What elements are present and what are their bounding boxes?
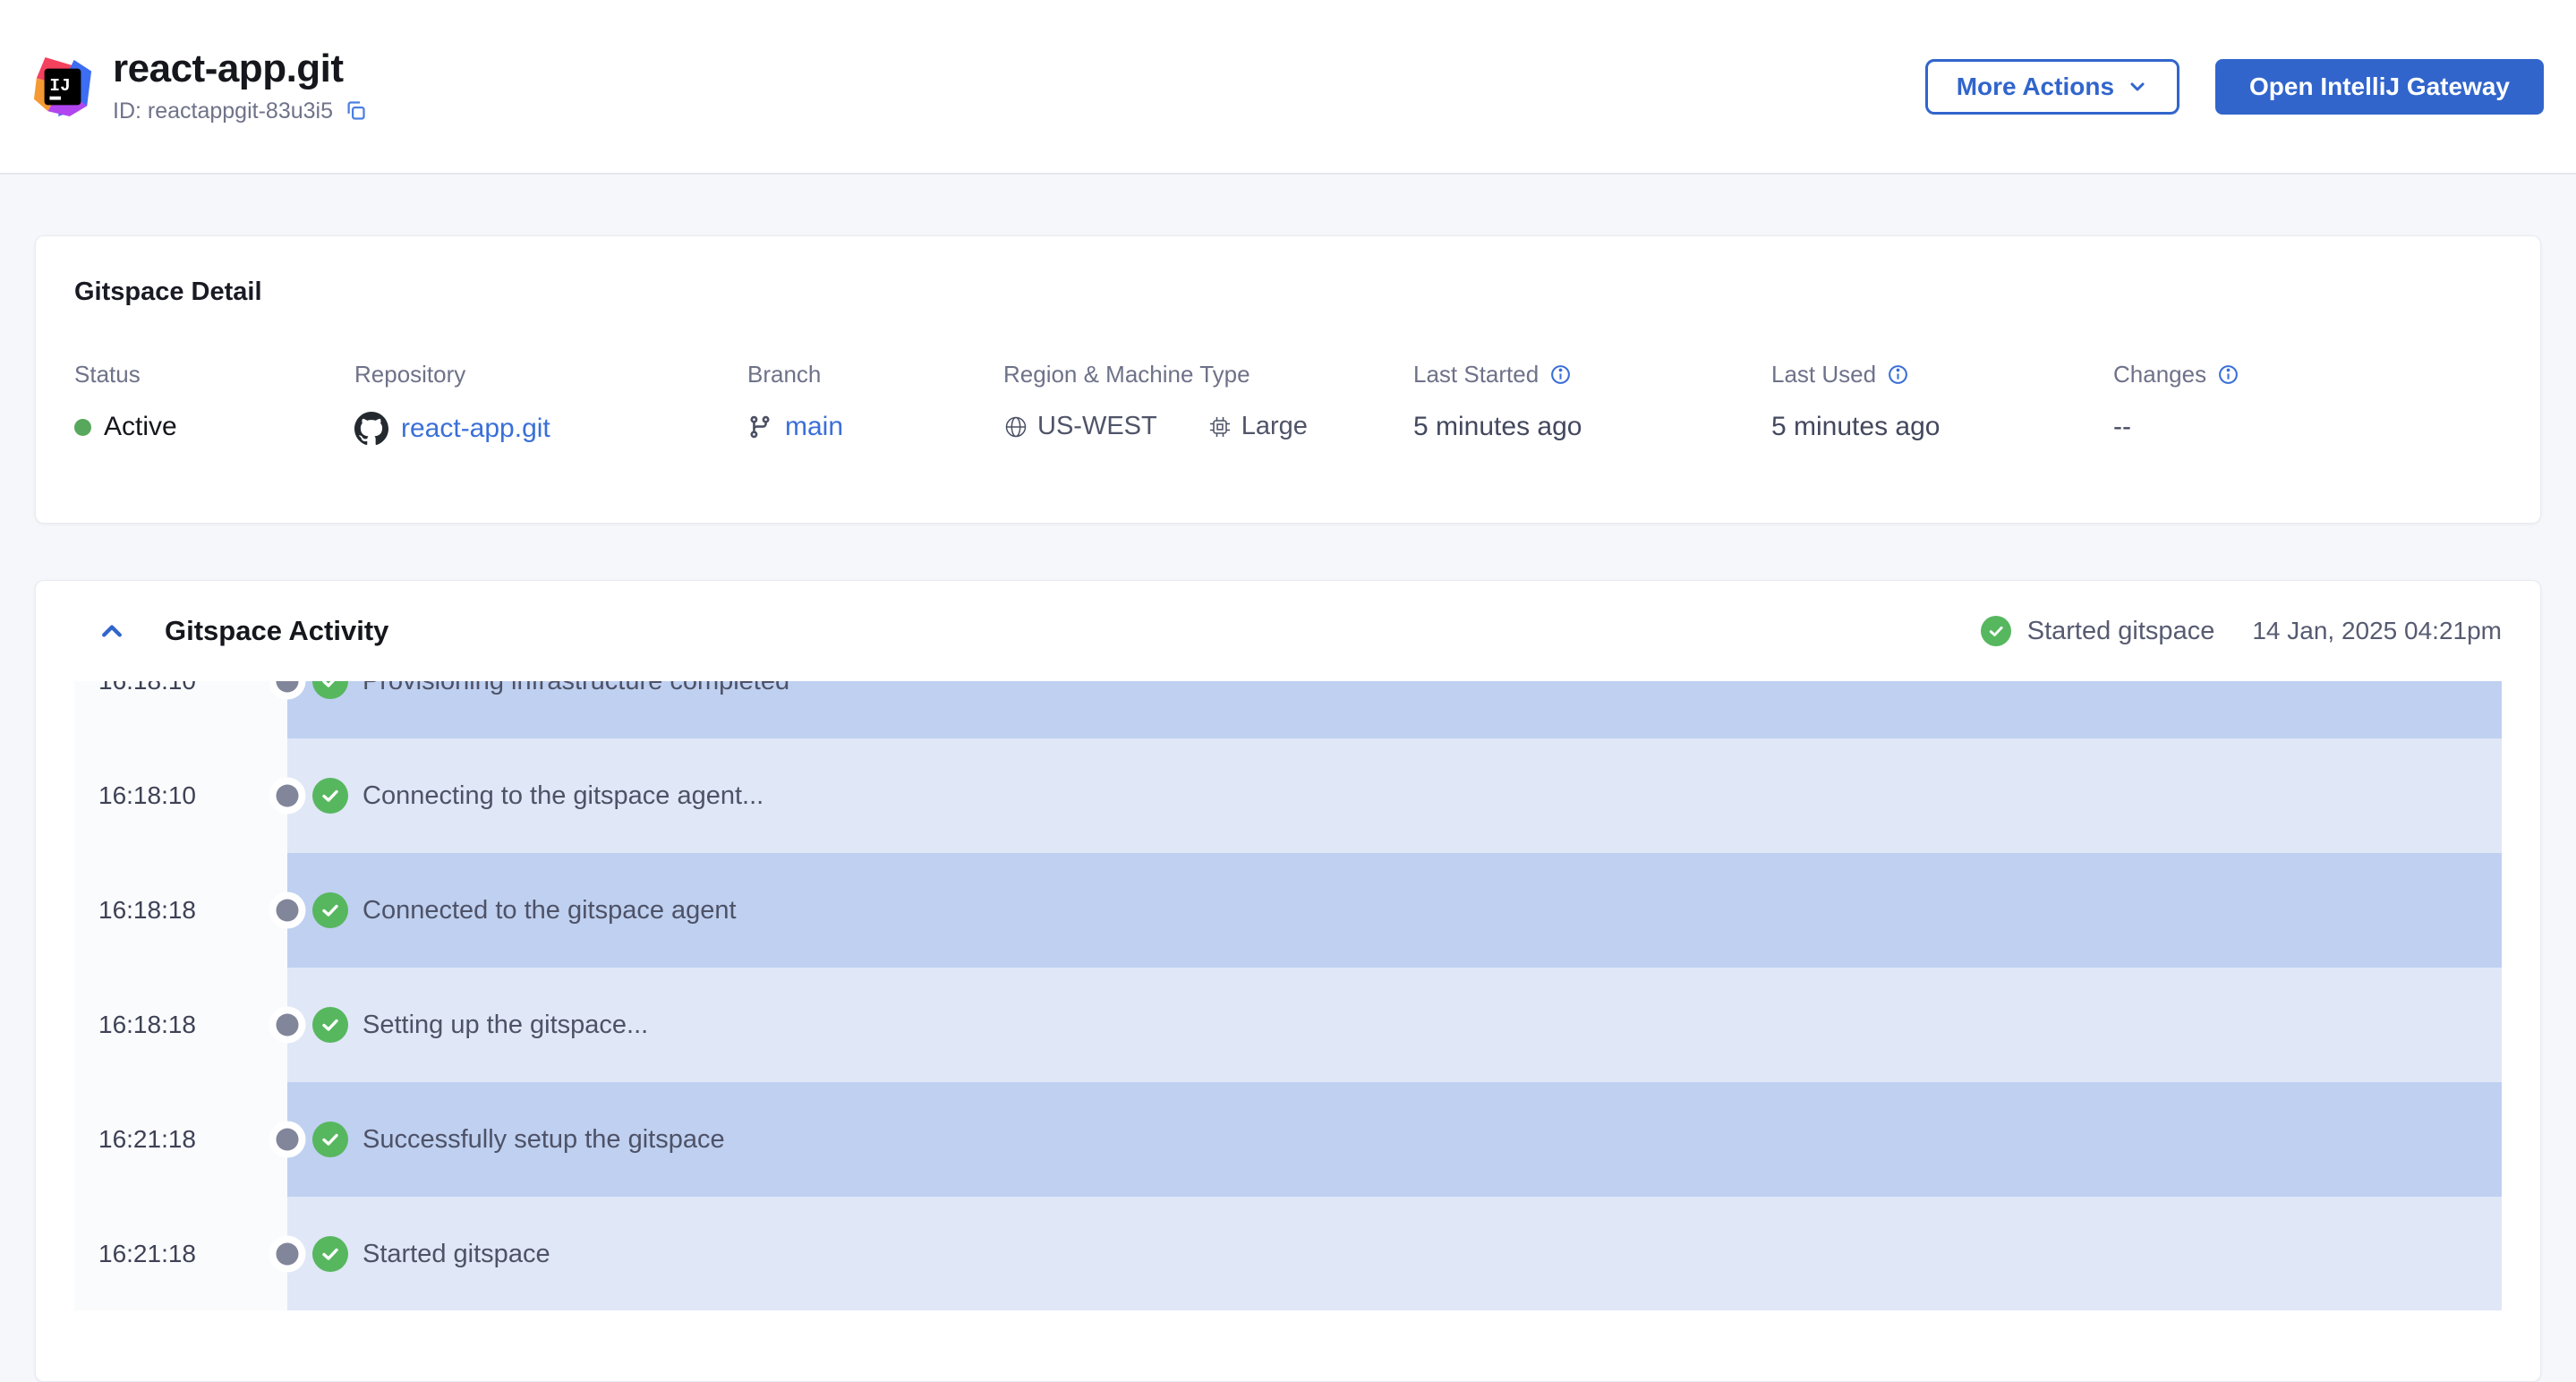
check-circle-icon [1981, 616, 2011, 646]
log-time: 16:18:18 [74, 853, 287, 968]
log-message: Setting up the gitspace... [363, 1011, 648, 1040]
last-used-value: 5 minutes ago [1771, 412, 1940, 442]
region-machine-label: Region & Machine Type [1003, 361, 1413, 388]
log-time: 16:18:10 [74, 681, 287, 738]
log-row: 16:21:18 Successfully setup the gitspace [74, 1082, 2502, 1197]
repository-link[interactable]: react-app.git [401, 414, 550, 444]
collapse-activity-button[interactable] [98, 618, 125, 644]
globe-icon [1003, 414, 1028, 439]
more-actions-label: More Actions [1957, 73, 2114, 101]
log-message: Connected to the gitspace agent [363, 896, 737, 926]
chevron-down-icon [2127, 76, 2148, 98]
log-row: 16:21:18 Started gitspace [74, 1197, 2502, 1310]
github-icon [354, 412, 388, 446]
changes-label: Changes [2113, 361, 2206, 388]
last-used-label: Last Used [1771, 361, 1876, 388]
timeline-dot-icon [277, 785, 299, 807]
field-last-started: Last Started 5 minutes ago [1413, 361, 1771, 446]
activity-log[interactable]: 16:18:10 Provisioning infrastructure com… [74, 681, 2502, 1310]
app-header: IJ react-app.git ID: reactappgit-83u3i5 … [0, 0, 2576, 175]
log-row: 16:18:10 Connecting to the gitspace agen… [74, 738, 2502, 853]
check-circle-icon [312, 892, 348, 928]
log-time: 16:21:18 [74, 1197, 287, 1310]
log-row: 16:18:10 Provisioning infrastructure com… [74, 681, 2502, 738]
machine-type-value: Large [1241, 412, 1308, 441]
cpu-chip-icon [1207, 414, 1233, 439]
log-row: 16:18:18 Setting up the gitspace... [74, 968, 2502, 1082]
log-row: 16:18:18 Connected to the gitspace agent [74, 853, 2502, 968]
main-content: Gitspace Detail Status Active Repository [0, 235, 2576, 1382]
log-time: 16:18:18 [74, 968, 287, 1082]
copy-icon [344, 98, 368, 125]
last-started-value: 5 minutes ago [1413, 412, 1582, 442]
page-title: react-app.git [113, 47, 368, 90]
copy-id-button[interactable] [344, 98, 368, 125]
svg-text:IJ: IJ [49, 75, 70, 95]
timeline-dot-icon [277, 1014, 299, 1036]
field-repository: Repository react-app.git [354, 361, 747, 446]
more-actions-button[interactable]: More Actions [1925, 59, 2179, 115]
check-circle-icon [312, 1236, 348, 1272]
timeline-dot-icon [277, 1129, 299, 1151]
activity-timestamp: 14 Jan, 2025 04:21pm [2252, 617, 2502, 645]
log-message: Successfully setup the gitspace [363, 1125, 725, 1155]
log-message: Connecting to the gitspace agent... [363, 781, 763, 811]
last-started-label: Last Started [1413, 361, 1539, 388]
branch-link[interactable]: main [785, 412, 843, 442]
timeline-dot-icon [277, 1243, 299, 1266]
status-value: Active [104, 412, 177, 442]
info-icon[interactable] [2217, 363, 2239, 386]
changes-value: -- [2113, 412, 2131, 442]
log-time: 16:21:18 [74, 1082, 287, 1197]
gitspace-id: ID: reactappgit-83u3i5 [113, 98, 333, 124]
check-circle-icon [312, 1122, 348, 1157]
check-circle-icon [312, 778, 348, 814]
chevron-up-icon [98, 618, 125, 644]
log-message: Started gitspace [363, 1240, 550, 1269]
repository-label: Repository [354, 361, 747, 388]
latest-status-label: Started gitspace [2027, 617, 2215, 646]
field-region-machine: Region & Machine Type US-WEST [1003, 361, 1413, 446]
field-changes: Changes -- [2113, 361, 2239, 446]
intellij-idea-logo-icon: IJ [32, 56, 93, 117]
git-branch-icon [747, 414, 772, 439]
open-intellij-gateway-button[interactable]: Open IntelliJ Gateway [2215, 59, 2544, 115]
info-icon[interactable] [1549, 363, 1572, 386]
activity-title: Gitspace Activity [165, 615, 388, 647]
log-time: 16:18:10 [74, 738, 287, 853]
region-value: US-WEST [1037, 412, 1157, 441]
field-branch: Branch main [747, 361, 1003, 446]
timeline-dot-icon [277, 900, 299, 922]
gitspace-detail-card: Gitspace Detail Status Active Repository [35, 235, 2541, 524]
detail-card-title: Gitspace Detail [74, 277, 2502, 307]
field-last-used: Last Used 5 minutes ago [1771, 361, 2113, 446]
log-message: Provisioning infrastructure completed [363, 681, 789, 696]
branch-label: Branch [747, 361, 1003, 388]
info-icon[interactable] [1887, 363, 1909, 386]
status-dot-icon [74, 419, 91, 436]
status-label: Status [74, 361, 354, 388]
check-circle-icon [312, 681, 348, 699]
check-circle-icon [312, 1007, 348, 1043]
field-status: Status Active [74, 361, 354, 446]
gitspace-activity-card: Gitspace Activity Started gitspace 14 Ja… [35, 580, 2541, 1382]
